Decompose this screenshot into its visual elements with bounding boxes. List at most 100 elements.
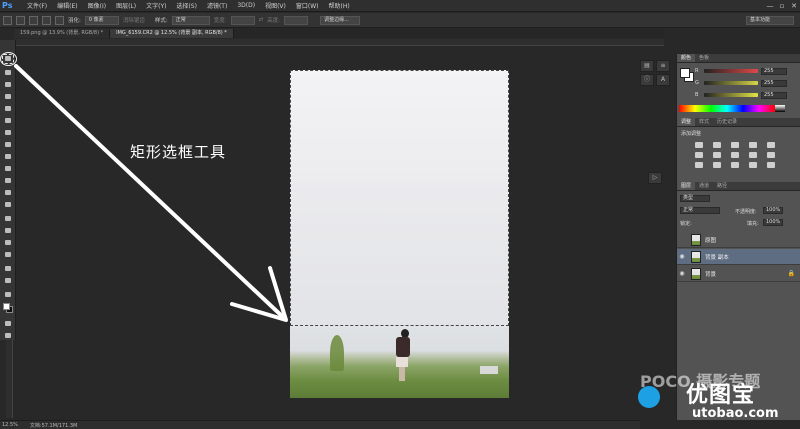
eye-icon[interactable]: ◉: [677, 253, 687, 260]
eyedropper-tool-icon[interactable]: [3, 105, 13, 113]
curves-icon[interactable]: [731, 142, 739, 148]
gradient-tool-icon[interactable]: [3, 177, 13, 185]
antialias-checkbox[interactable]: 消除锯齿: [123, 16, 145, 24]
brightness-icon[interactable]: [695, 142, 703, 148]
brush-tool-icon[interactable]: [3, 129, 13, 137]
quick-select-tool-icon[interactable]: [3, 81, 13, 89]
r-value-input[interactable]: 255: [761, 67, 787, 75]
exposure-icon[interactable]: [749, 142, 757, 148]
tab-styles[interactable]: 样式: [695, 118, 713, 126]
close-button[interactable]: ✕: [788, 1, 800, 11]
menu-filter[interactable]: 滤镜(T): [202, 1, 232, 10]
blend-mode-select[interactable]: 正常: [680, 207, 720, 214]
menu-image[interactable]: 图像(I): [83, 1, 111, 10]
restore-button[interactable]: ▫: [776, 1, 788, 11]
menu-file[interactable]: 文件(F): [22, 1, 52, 10]
g-slider[interactable]: [704, 81, 758, 85]
g-value-input[interactable]: 255: [761, 79, 787, 87]
new-selection-icon[interactable]: [16, 15, 25, 25]
character-panel-icon[interactable]: A: [656, 74, 670, 86]
fill-input[interactable]: 100%: [763, 219, 783, 226]
width-input[interactable]: [230, 15, 255, 25]
tab-swatches[interactable]: 色板: [695, 54, 713, 62]
foreground-color-swatch[interactable]: [3, 303, 10, 310]
lasso-tool-icon[interactable]: [3, 69, 13, 77]
grayscale-ramp[interactable]: [775, 105, 785, 112]
crop-tool-icon[interactable]: [3, 93, 13, 101]
tab-paths[interactable]: 路径: [713, 182, 731, 190]
type-tool-icon[interactable]: [3, 227, 13, 235]
history-brush-tool-icon[interactable]: [3, 153, 13, 161]
layer-filter-select[interactable]: 类型: [680, 195, 710, 202]
workspace-select[interactable]: 基本功能: [746, 15, 794, 25]
layer-row[interactable]: ◉ 背景 🔒: [677, 266, 800, 282]
dodge-tool-icon[interactable]: [3, 201, 13, 209]
clone-stamp-tool-icon[interactable]: [3, 141, 13, 149]
path-selection-tool-icon[interactable]: [3, 239, 13, 247]
subtract-selection-icon[interactable]: [42, 15, 51, 25]
swap-icon[interactable]: ⇄: [259, 17, 264, 23]
black-white-icon[interactable]: [731, 152, 739, 158]
minimize-button[interactable]: —: [764, 1, 776, 11]
document-canvas[interactable]: [290, 70, 509, 398]
tab-color[interactable]: 颜色: [677, 54, 696, 62]
eye-icon[interactable]: ◉: [677, 270, 687, 277]
vibrance-icon[interactable]: [767, 142, 775, 148]
hand-tool-icon[interactable]: [3, 265, 13, 273]
feather-input[interactable]: 0 像素: [84, 15, 119, 25]
color-balance-icon[interactable]: [713, 152, 721, 158]
intersect-selection-icon[interactable]: [55, 15, 64, 25]
menu-edit[interactable]: 编辑(E): [52, 1, 82, 10]
adjustment-icon-grid: [695, 142, 785, 168]
menu-help[interactable]: 帮助(H): [324, 1, 355, 10]
color-spectrum[interactable]: [679, 105, 775, 112]
levels-icon[interactable]: [713, 142, 721, 148]
layer-row[interactable]: 原图: [677, 232, 800, 248]
height-input[interactable]: [284, 15, 309, 25]
quick-mask-icon[interactable]: [3, 320, 13, 328]
zoom-tool-icon[interactable]: [3, 277, 13, 285]
b-slider[interactable]: [704, 93, 758, 97]
menu-view[interactable]: 视图(V): [260, 1, 291, 10]
posterize-icon[interactable]: [713, 162, 721, 168]
add-selection-icon[interactable]: [29, 15, 38, 25]
pen-tool-icon[interactable]: [3, 215, 13, 223]
menu-3d[interactable]: 3D(D): [232, 2, 260, 9]
channel-mixer-icon[interactable]: [767, 152, 775, 158]
photo-filter-icon[interactable]: [749, 152, 757, 158]
document-tab-active[interactable]: IMG_6159.CR2 @ 12.5% (背景 副本, RGB/8) *: [110, 29, 234, 38]
refine-edge-button[interactable]: 调整边缘...: [320, 15, 361, 25]
tab-adjustments[interactable]: 调整: [677, 118, 696, 126]
selective-color-icon[interactable]: [767, 162, 775, 168]
eraser-tool-icon[interactable]: [3, 165, 13, 173]
default-colors-icon[interactable]: [3, 291, 13, 299]
properties-panel-icon[interactable]: ≡: [656, 60, 670, 72]
info-panel-icon[interactable]: ⓘ: [640, 74, 654, 86]
menu-layer[interactable]: 图层(L): [111, 1, 141, 10]
actions-panel-icon[interactable]: ▷: [648, 172, 662, 184]
opacity-input[interactable]: 100%: [763, 207, 783, 214]
hue-saturation-icon[interactable]: [695, 152, 703, 158]
layer-row-selected[interactable]: ◉ 背景 副本: [677, 249, 800, 265]
menu-type[interactable]: 文字(Y): [141, 1, 171, 10]
tab-history[interactable]: 历史记录: [713, 118, 741, 126]
invert-icon[interactable]: [695, 162, 703, 168]
zoom-level[interactable]: 12.5%: [2, 422, 18, 428]
tab-layers[interactable]: 图层: [677, 182, 696, 190]
gradient-map-icon[interactable]: [749, 162, 757, 168]
document-tab[interactable]: 159.png @ 13.9% (背景, RGB/8) *: [14, 29, 111, 38]
menu-window[interactable]: 窗口(W): [291, 1, 324, 10]
history-panel-icon[interactable]: ▤: [640, 60, 654, 72]
threshold-icon[interactable]: [731, 162, 739, 168]
menu-select[interactable]: 选择(S): [171, 1, 202, 10]
blur-tool-icon[interactable]: [3, 189, 13, 197]
healing-brush-tool-icon[interactable]: [3, 117, 13, 125]
b-value-input[interactable]: 255: [761, 91, 787, 99]
style-select[interactable]: 正常: [171, 15, 210, 25]
r-slider[interactable]: [704, 69, 758, 73]
tab-channels[interactable]: 通道: [695, 182, 713, 190]
panel-foreground-swatch[interactable]: [680, 68, 690, 78]
rectangle-tool-icon[interactable]: [3, 251, 13, 259]
marquee-preset-icon[interactable]: [3, 15, 12, 25]
screen-mode-icon[interactable]: [3, 332, 13, 340]
